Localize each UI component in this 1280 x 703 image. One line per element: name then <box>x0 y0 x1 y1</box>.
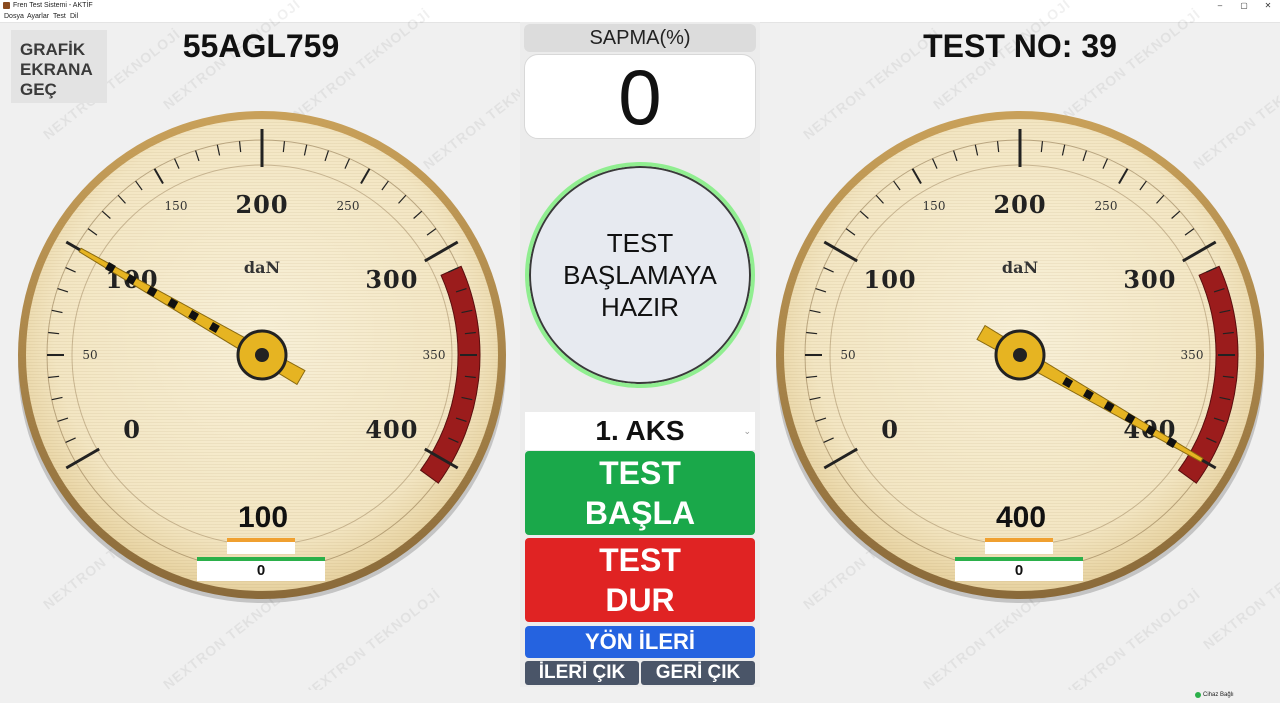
right-gauge-sub-value: 0 <box>955 557 1083 581</box>
gauge-minor-label: 150 <box>923 199 946 213</box>
gauge-minor-label: 350 <box>423 348 446 362</box>
deviation-label: SAPMA(%) <box>524 24 756 52</box>
gauge-minor-label: 350 <box>1181 348 1204 362</box>
left-brake-gauge: 010020030040050150250350daN 100 0 <box>17 110 507 610</box>
axle-select[interactable]: 1. AKS ⌄ <box>525 412 755 450</box>
forward-exit-button[interactable]: İLERİ ÇIK <box>525 661 639 685</box>
gauge-major-label: 100 <box>864 265 917 294</box>
gauge-minor-label: 250 <box>337 199 360 213</box>
gauge-minor-label: 250 <box>1095 199 1118 213</box>
title-bar: Fren Test Sistemi - AKTİF – ▢ ✕ <box>0 0 1280 11</box>
window-controls: – ▢ ✕ <box>1208 0 1280 11</box>
axle-select-value: 1. AKS <box>595 415 685 446</box>
gauge-major-label: 0 <box>123 415 141 444</box>
gauge-hub-center <box>255 348 269 362</box>
gauge-minor-label: 50 <box>840 348 855 362</box>
gauge-major-label: 400 <box>365 415 418 444</box>
left-gauge-sub-value: 0 <box>197 557 325 581</box>
menu-item-ayarlar[interactable]: Ayarlar <box>27 12 49 21</box>
direction-button[interactable]: YÖN İLERİ <box>525 626 755 658</box>
gauge-major-label: 300 <box>1123 265 1176 294</box>
back-exit-button[interactable]: GERİ ÇIK <box>641 661 755 685</box>
close-button[interactable]: ✕ <box>1256 0 1280 11</box>
minimize-button[interactable]: – <box>1208 0 1232 11</box>
gauge-minor-label: 50 <box>82 348 97 362</box>
right-gauge-value: 400 <box>995 501 1047 534</box>
window-title: Fren Test Sistemi - AKTİF <box>13 2 93 9</box>
deviation-value: 0 <box>524 54 756 140</box>
right-brake-gauge: 010020030040050150250350daN 400 0 <box>775 110 1265 610</box>
app-icon <box>3 2 10 9</box>
gauge-major-label: 200 <box>993 190 1046 219</box>
menu-item-dil[interactable]: Dil <box>70 12 78 21</box>
maximize-button[interactable]: ▢ <box>1232 0 1256 11</box>
gauge-unit-label: daN <box>1002 258 1038 277</box>
gauge-hub-center <box>1013 348 1027 362</box>
test-start-button[interactable]: TEST BAŞLA <box>525 451 755 535</box>
connection-status-icon <box>1195 692 1201 698</box>
gauge-unit-label: daN <box>244 258 280 277</box>
connection-status-text: Cihaz Bağlı <box>1203 692 1234 698</box>
left-gauge-value: 100 <box>237 501 289 534</box>
gauge-major-label: 200 <box>235 190 288 219</box>
menu-item-dosya[interactable]: Dosya <box>4 12 24 21</box>
plate-number: 55AGL759 <box>182 28 340 64</box>
gauge-major-label: 0 <box>881 415 899 444</box>
gauge-major-label: 300 <box>365 265 418 294</box>
gauge-minor-label: 150 <box>165 199 188 213</box>
right-gauge-orange-bar <box>985 538 1053 554</box>
test-number: TEST NO: 39 <box>923 28 1117 64</box>
menu-item-test[interactable]: Test <box>53 12 66 21</box>
chevron-down-icon[interactable]: ⌄ <box>743 412 751 450</box>
graphic-screen-button[interactable]: GRAFİK EKRANA GEÇ <box>11 30 107 103</box>
test-status-indicator: TEST BAŞLAMAYA HAZIR <box>525 162 755 388</box>
test-stop-button[interactable]: TEST DUR <box>525 538 755 622</box>
status-bar: Cihaz Bağlı <box>0 690 1280 700</box>
left-gauge-orange-bar <box>227 538 295 554</box>
